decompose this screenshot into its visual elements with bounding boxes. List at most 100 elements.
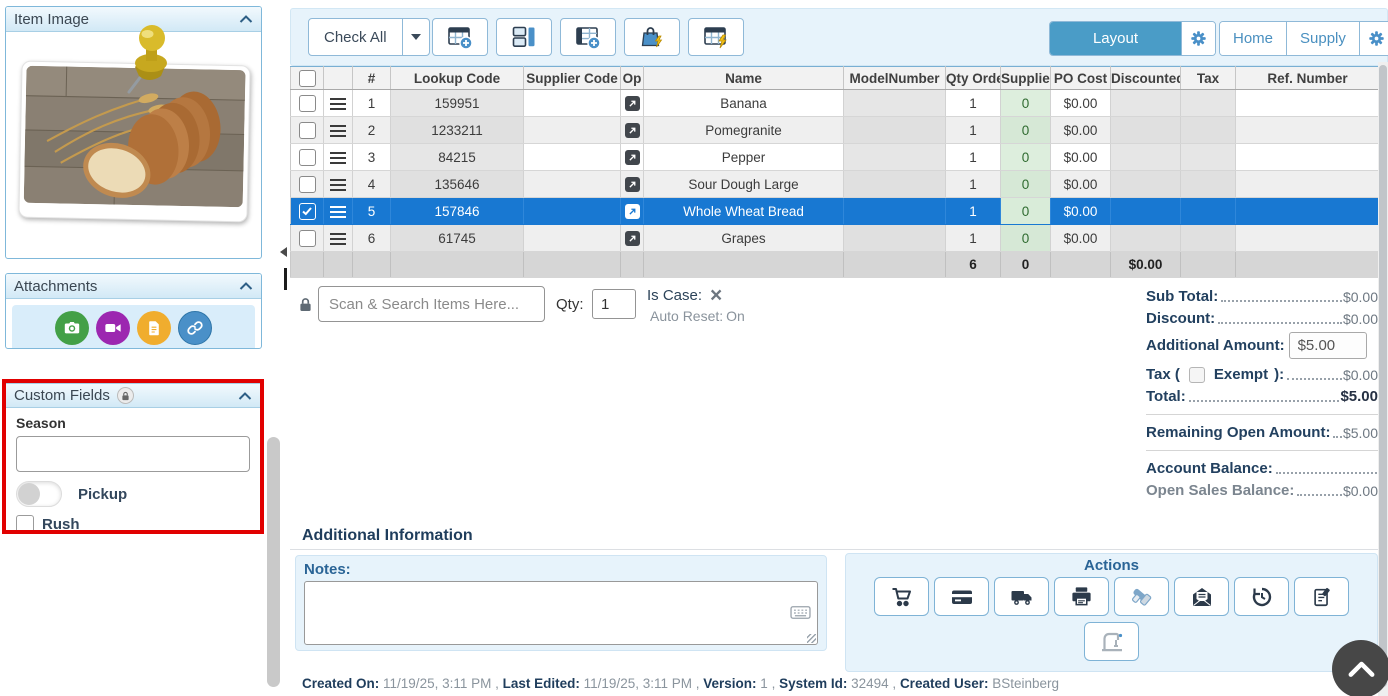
table-row-selected[interactable]: 5 157846 Whole Wheat Bread 1 0 $0.00 bbox=[291, 198, 1380, 225]
scrollbar-thumb[interactable] bbox=[1379, 65, 1387, 687]
layout-button[interactable]: Layout bbox=[1050, 22, 1181, 55]
drag-handle-icon[interactable] bbox=[330, 179, 346, 192]
row-checkbox-checked[interactable] bbox=[299, 203, 316, 220]
table-row[interactable]: 6 61745 Grapes 1 0 $0.00 bbox=[291, 225, 1380, 252]
cell-supplier[interactable] bbox=[524, 171, 621, 198]
drag-handle-icon[interactable] bbox=[330, 98, 346, 111]
header-model-number[interactable]: ModelNumber bbox=[844, 67, 946, 90]
cell-supplier[interactable] bbox=[524, 117, 621, 144]
header-po-cost[interactable]: PO Cost bbox=[1051, 67, 1111, 90]
quick-grid-button[interactable] bbox=[688, 18, 744, 56]
notes-textarea[interactable] bbox=[304, 581, 818, 645]
history-action-button[interactable] bbox=[1234, 577, 1289, 616]
open-item-icon[interactable] bbox=[625, 150, 640, 165]
add-grid-row-button[interactable] bbox=[432, 18, 488, 56]
header-ref-number[interactable]: Ref. Number bbox=[1236, 67, 1380, 90]
table-row[interactable]: 3 84215 Pepper 1 0 $0.00 bbox=[291, 144, 1380, 171]
cell-ref[interactable] bbox=[1236, 144, 1380, 171]
cart-action-button[interactable] bbox=[874, 577, 929, 616]
supply-button[interactable]: Supply bbox=[1286, 22, 1359, 55]
sewing-action-button[interactable] bbox=[1084, 622, 1139, 661]
scroll-to-top-button[interactable] bbox=[1332, 640, 1388, 696]
cell-qty[interactable]: 1 bbox=[946, 144, 1001, 171]
drag-handle-icon[interactable] bbox=[330, 233, 346, 246]
row-checkbox[interactable] bbox=[299, 230, 316, 247]
nav-settings-button[interactable] bbox=[1359, 22, 1388, 55]
row-checkbox[interactable] bbox=[299, 149, 316, 166]
quick-bag-button[interactable] bbox=[624, 18, 680, 56]
open-item-icon[interactable] bbox=[625, 204, 640, 219]
header-qty-ordered[interactable]: Qty Ordered bbox=[946, 67, 1001, 90]
sidebar-collapse-arrow-icon[interactable] bbox=[280, 247, 287, 257]
cell-ref[interactable] bbox=[1236, 171, 1380, 198]
check-all-dropdown[interactable] bbox=[402, 19, 429, 55]
cell-ref[interactable] bbox=[1236, 90, 1380, 117]
qty-input[interactable] bbox=[592, 289, 636, 319]
cell-qty[interactable]: 1 bbox=[946, 171, 1001, 198]
attach-video-button[interactable] bbox=[96, 311, 130, 345]
header-num[interactable]: # bbox=[353, 67, 391, 90]
cell-qty[interactable]: 1 bbox=[946, 225, 1001, 252]
print-action-button[interactable] bbox=[1054, 577, 1109, 616]
open-item-icon[interactable] bbox=[625, 177, 640, 192]
chevron-up-icon[interactable] bbox=[239, 15, 253, 23]
check-all-button[interactable]: Check All bbox=[308, 18, 430, 56]
season-input[interactable] bbox=[16, 436, 250, 472]
cell-po-cost[interactable]: $0.00 bbox=[1051, 171, 1111, 198]
cell-ref[interactable] bbox=[1236, 225, 1380, 252]
cell-po-cost[interactable]: $0.00 bbox=[1051, 90, 1111, 117]
table-row[interactable]: 2 1233211 Pomegranite 1 0 $0.00 bbox=[291, 117, 1380, 144]
attach-link-button[interactable] bbox=[178, 311, 212, 345]
rush-checkbox[interactable] bbox=[16, 515, 34, 530]
cell-po-cost[interactable]: $0.00 bbox=[1051, 225, 1111, 252]
row-checkbox[interactable] bbox=[299, 176, 316, 193]
splitter-handle[interactable] bbox=[284, 268, 287, 290]
chevron-up-icon[interactable] bbox=[238, 392, 252, 400]
cell-supplier[interactable] bbox=[524, 144, 621, 171]
header-tax[interactable]: Tax bbox=[1181, 67, 1236, 90]
drag-handle-icon[interactable] bbox=[330, 152, 346, 165]
header-lookup-code[interactable]: Lookup Code bbox=[391, 67, 524, 90]
open-item-icon[interactable] bbox=[625, 123, 640, 138]
additional-amount-input[interactable] bbox=[1289, 332, 1367, 359]
row-checkbox[interactable] bbox=[299, 95, 316, 112]
header-name[interactable]: Name bbox=[644, 67, 844, 90]
attach-document-button[interactable] bbox=[137, 311, 171, 345]
home-button[interactable]: Home bbox=[1220, 22, 1286, 55]
drag-handle-icon[interactable] bbox=[330, 206, 346, 219]
scan-search-input[interactable] bbox=[318, 286, 545, 322]
header-discounted[interactable]: Discounted bbox=[1111, 67, 1181, 90]
notes-action-button[interactable] bbox=[1294, 577, 1349, 616]
cell-po-cost[interactable]: $0.00 bbox=[1051, 144, 1111, 171]
table-row[interactable]: 4 135646 Sour Dough Large 1 0 $0.00 bbox=[291, 171, 1380, 198]
tax-exempt-checkbox[interactable] bbox=[1189, 367, 1205, 383]
layout-settings-button[interactable] bbox=[1181, 22, 1215, 55]
cell-qty[interactable]: 1 bbox=[946, 117, 1001, 144]
payment-action-button[interactable] bbox=[934, 577, 989, 616]
cell-supplier[interactable] bbox=[524, 90, 621, 117]
header-supplied[interactable]: Supplied bbox=[1001, 67, 1051, 90]
chevron-up-icon[interactable] bbox=[239, 282, 253, 290]
cell-po-cost[interactable]: $0.00 bbox=[1051, 117, 1111, 144]
cell-ref[interactable] bbox=[1236, 198, 1380, 225]
split-panels-button[interactable] bbox=[496, 18, 552, 56]
keyboard-icon[interactable] bbox=[790, 606, 811, 624]
label-action-button[interactable] bbox=[1114, 577, 1169, 616]
attach-camera-button[interactable] bbox=[55, 311, 89, 345]
page-scrollbar[interactable] bbox=[1378, 62, 1388, 696]
open-item-icon[interactable] bbox=[625, 96, 640, 111]
email-action-button[interactable] bbox=[1174, 577, 1229, 616]
open-item-icon[interactable] bbox=[625, 231, 640, 246]
delivery-action-button[interactable] bbox=[994, 577, 1049, 616]
cell-qty[interactable]: 1 bbox=[946, 198, 1001, 225]
add-table-button[interactable] bbox=[560, 18, 616, 56]
resize-grip[interactable] bbox=[807, 634, 816, 643]
is-case-clear-icon[interactable]: × bbox=[710, 288, 722, 304]
pickup-toggle[interactable] bbox=[16, 481, 62, 507]
table-row[interactable]: 1 159951 Banana 1 0 $0.00 bbox=[291, 90, 1380, 117]
cell-supplier[interactable] bbox=[524, 225, 621, 252]
header-supplier-code[interactable]: Supplier Code bbox=[524, 67, 621, 90]
check-all-row-checkbox[interactable] bbox=[299, 70, 316, 87]
cell-qty[interactable]: 1 bbox=[946, 90, 1001, 117]
sidebar-scrollbar[interactable] bbox=[267, 437, 280, 687]
